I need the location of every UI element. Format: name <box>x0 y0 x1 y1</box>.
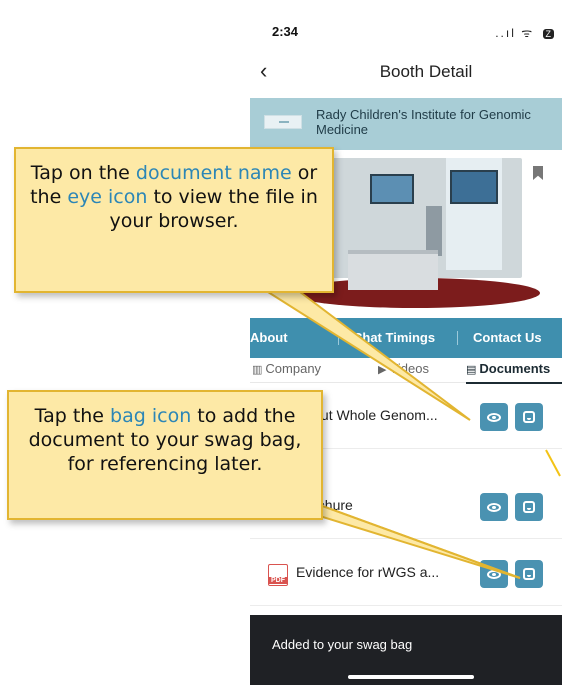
view-document-button[interactable] <box>480 560 508 588</box>
battery-icon: Z <box>542 28 554 39</box>
home-indicator <box>348 675 474 679</box>
signal-wifi-icon: ..ıl ᯤ <box>495 26 535 40</box>
document-name[interactable]: About Whole Genom... <box>296 407 481 423</box>
active-tab-indicator <box>466 382 562 384</box>
nav-bar: ‹ Booth Detail <box>250 52 562 92</box>
tab-contact-us[interactable]: Contact Us <box>473 330 542 345</box>
callout-view-highlight-document-name: document name <box>135 162 292 184</box>
status-bar: 2:34 ..ıl ᯤ Z <box>250 14 562 50</box>
booth-screen <box>450 170 498 204</box>
bookmark-icon[interactable] <box>533 166 543 180</box>
booth-desk <box>348 250 438 290</box>
content-tab-bar: ▥ Company ▶ Videos ▤ Documents <box>250 355 562 384</box>
document-row: Evidence for rWGS a... <box>250 542 562 606</box>
play-icon: ▶ <box>378 364 387 376</box>
tab-separator <box>338 331 339 345</box>
callout-bag-highlight-bag-icon: bag icon <box>110 405 192 427</box>
callout-add-to-bag: Tap the bag icon to add the document to … <box>7 390 323 520</box>
tab-documents[interactable]: ▤ Documents <box>466 361 550 376</box>
building-icon: ▥ <box>252 364 263 376</box>
booth-brochure-shelf <box>426 206 442 256</box>
callout-view-document: Tap on the document name or the eye icon… <box>14 147 334 293</box>
bag-icon <box>523 411 535 423</box>
tab-videos[interactable]: ▶ Videos <box>378 361 429 376</box>
page-title: Booth Detail <box>379 62 473 81</box>
tab-videos-label: Videos <box>389 361 429 376</box>
eye-icon <box>487 503 501 512</box>
status-time: 2:34 <box>272 24 299 39</box>
action-tab-bar: About Chat Timings Contact Us <box>250 318 562 358</box>
tab-company[interactable]: ▥ Company <box>252 361 321 376</box>
add-to-swag-bag-button[interactable] <box>515 493 543 521</box>
document-icon: ▤ <box>466 364 477 376</box>
booth-screen <box>370 174 414 204</box>
tab-documents-label: Documents <box>479 361 551 376</box>
document-name[interactable]: Evidence for rWGS a... <box>296 564 481 580</box>
eye-icon <box>487 570 501 579</box>
document-name[interactable]: Brochure <box>296 497 481 513</box>
status-icons: ..ıl ᯤ Z <box>495 24 554 41</box>
pdf-file-icon <box>268 564 288 586</box>
add-to-swag-bag-button[interactable] <box>515 560 543 588</box>
callout-view-highlight-eye-icon: eye icon <box>67 186 148 208</box>
booth-name: Rady Children's Institute for Genomic Me… <box>316 107 531 137</box>
view-document-button[interactable] <box>480 403 508 431</box>
view-document-button[interactable] <box>480 493 508 521</box>
eye-icon <box>487 413 501 422</box>
booth-banner: Rady Children's Institute for Genomic Me… <box>250 98 562 150</box>
bag-icon <box>523 501 535 513</box>
toast-notification: Added to your swag bag <box>250 615 562 685</box>
callout-bag-text: Tap the <box>34 405 111 427</box>
tab-about[interactable]: About <box>250 330 288 345</box>
bag-icon <box>523 568 535 580</box>
phone-screen: 2:34 ..ıl ᯤ Z ‹ Booth Detail Rady Childr… <box>250 0 562 685</box>
tab-separator <box>457 331 458 345</box>
tab-company-label: Company <box>265 361 322 376</box>
toast-message: Added to your swag bag <box>272 637 413 652</box>
add-to-swag-bag-button[interactable] <box>515 403 543 431</box>
booth-logo <box>264 115 302 129</box>
tab-chat-timings[interactable]: Chat Timings <box>353 330 435 345</box>
callout-view-text: Tap on the <box>30 162 136 184</box>
